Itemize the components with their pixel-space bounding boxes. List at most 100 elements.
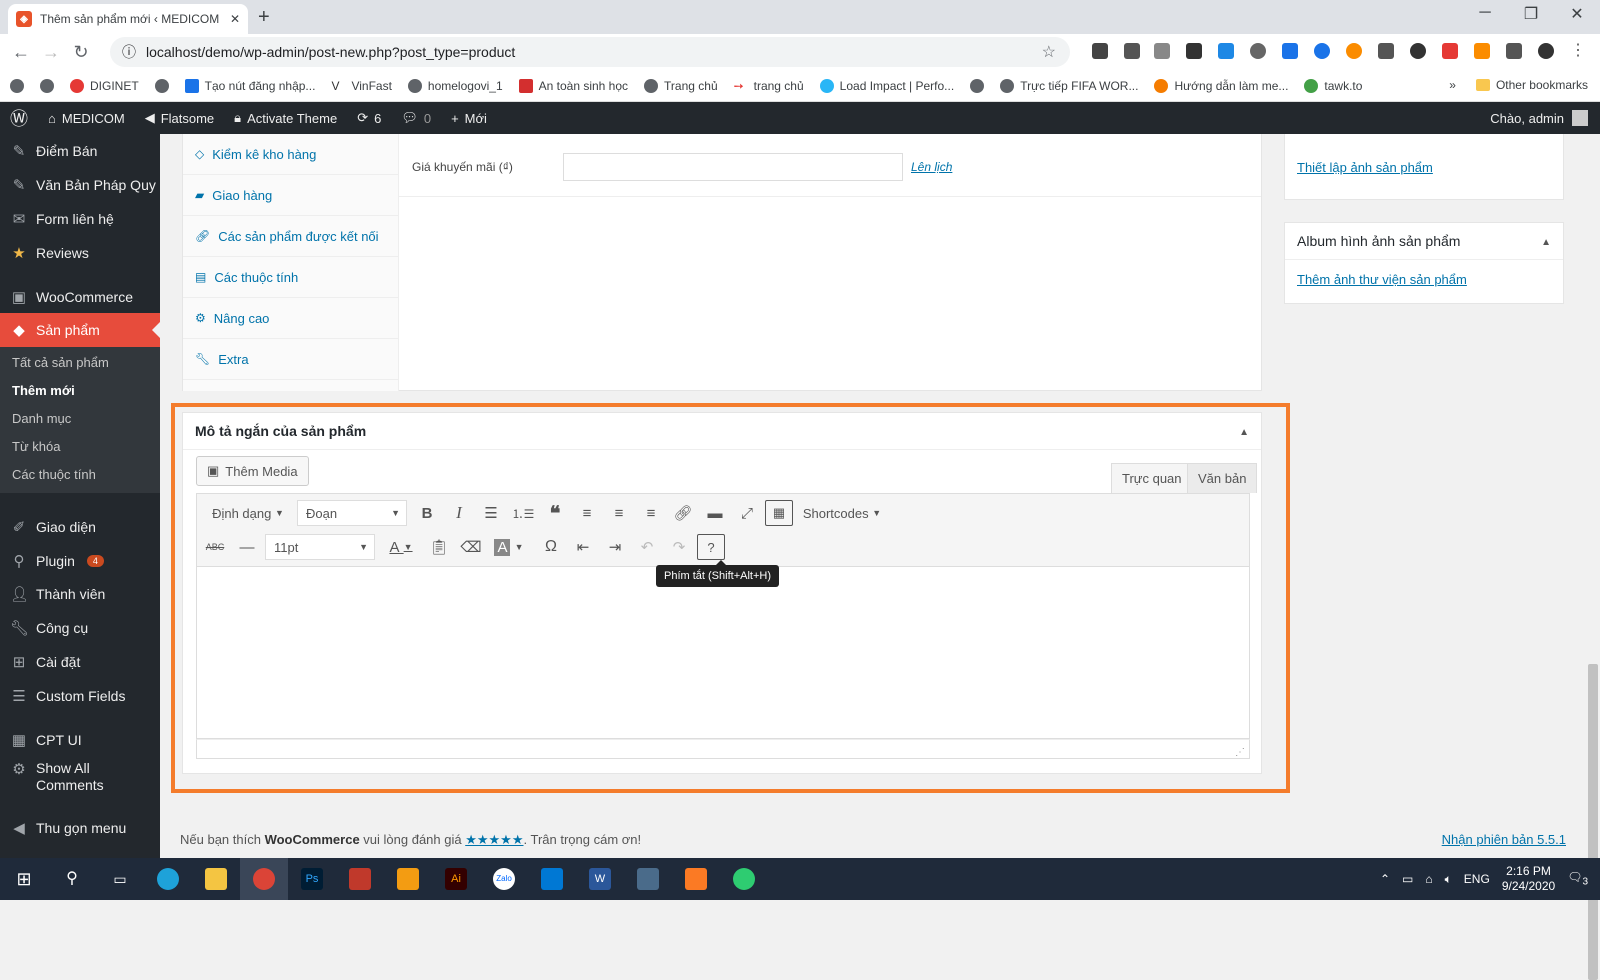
bookmark-item[interactable]: Trang chủ <box>644 78 718 93</box>
extension-icon[interactable] <box>1474 43 1490 59</box>
network-icon[interactable]: ⌂ <box>1425 872 1432 886</box>
extension-icon[interactable] <box>1378 43 1394 59</box>
new-content-link[interactable]: + Mới <box>441 102 497 134</box>
tab-extra[interactable]: 🔧︎ Extra <box>183 339 399 380</box>
app-icon[interactable] <box>720 858 768 900</box>
bookmark-icon-only[interactable] <box>154 78 169 93</box>
menu-san-pham[interactable]: ◆ Sản phẩm <box>0 313 160 347</box>
camera-extension-icon[interactable] <box>1154 43 1170 59</box>
tab-inventory[interactable]: ◇ Kiểm kê kho hàng <box>183 134 399 175</box>
menu-reviews[interactable]: ★ Reviews <box>0 236 160 270</box>
illustrator-icon[interactable]: Ai <box>432 858 480 900</box>
puzzle-icon[interactable] <box>1506 43 1522 59</box>
submenu-add-new[interactable]: Thêm mới <box>12 383 75 398</box>
extension-icon[interactable] <box>1124 43 1140 59</box>
activate-theme-link[interactable]: 🔒︎ Activate Theme <box>224 102 347 134</box>
menu-collapse[interactable]: ◀ Thu gọn menu <box>0 811 160 845</box>
submenu-all-products[interactable]: Tất cả sản phẩm <box>12 355 109 370</box>
bookmark-icon-only[interactable] <box>40 78 54 93</box>
toggle-panel-icon[interactable]: ▲ <box>1541 237 1551 248</box>
more-bookmarks-button[interactable]: » <box>1449 78 1456 92</box>
submenu-tags[interactable]: Từ khóa <box>12 439 60 454</box>
menu-thanh-vien[interactable]: 👤︎ Thành viên <box>0 577 160 611</box>
menu-plugin[interactable]: ⚲ Plugin 4 <box>0 544 160 578</box>
download-extension-icon[interactable] <box>1218 43 1234 59</box>
word-icon[interactable]: W <box>576 858 624 900</box>
bookmark-item[interactable]: V VinFast <box>331 79 391 93</box>
schedule-link[interactable]: Lên lịch <box>911 160 952 174</box>
bookmark-item[interactable]: Hướng dẫn làm me... <box>1154 78 1288 93</box>
url-omnibox[interactable]: ⓘ localhost/demo/wp-admin/post-new.php?p… <box>110 37 1070 67</box>
menu-cong-cu[interactable]: 🔧︎ Công cụ <box>0 611 160 645</box>
site-name-link[interactable]: ⌂ MEDICOM <box>38 102 135 134</box>
menu-form-lien-he[interactable]: ✉ Form liên hệ <box>0 202 160 236</box>
bookmark-item[interactable]: Load Impact | Perfo... <box>819 78 954 93</box>
extension-icon[interactable] <box>1092 43 1108 59</box>
bookmark-item[interactable]: homelogovi_1 <box>407 78 503 93</box>
info-icon[interactable]: ⓘ <box>122 42 136 62</box>
chrome-icon[interactable] <box>240 858 288 900</box>
bookmark-item[interactable]: ➙ trang chủ <box>734 79 804 93</box>
menu-woocommerce[interactable]: ▣ WooCommerce <box>0 280 160 314</box>
zalo-icon[interactable]: Zalo <box>480 858 528 900</box>
tab-attributes[interactable]: ▤ Các thuộc tính <box>183 257 399 298</box>
minimize-button[interactable]: ─ <box>1462 4 1508 22</box>
vscode-icon[interactable] <box>528 858 576 900</box>
edge-icon[interactable] <box>144 858 192 900</box>
extension-icon[interactable] <box>1250 43 1266 59</box>
comments-link[interactable]: 💬︎ 0 <box>391 102 441 134</box>
bookmark-item[interactable]: Trực tiếp FIFA WOR... <box>1000 78 1138 93</box>
set-product-image-link[interactable]: Thiết lập ảnh sản phẩm <box>1297 160 1433 175</box>
close-window-button[interactable]: ✕ <box>1554 4 1600 24</box>
bookmark-item[interactable]: tawk.to <box>1304 78 1362 93</box>
extension-icon[interactable] <box>1186 43 1202 59</box>
get-version-link[interactable]: Nhận phiên bản 5.5.1 <box>1442 832 1566 847</box>
submenu-attributes[interactable]: Các thuộc tính <box>12 467 96 482</box>
photoshop-icon[interactable]: Ps <box>288 858 336 900</box>
extension-icon[interactable] <box>1442 43 1458 59</box>
my-account-link[interactable]: Chào, admin <box>1490 102 1588 134</box>
tab-close-icon[interactable]: ✕ <box>230 12 240 26</box>
menu-diem-ban[interactable]: ✎ Điểm Bán <box>0 134 160 168</box>
scrollbar-thumb[interactable] <box>1588 664 1598 980</box>
file-explorer-icon[interactable] <box>192 858 240 900</box>
chevron-up-icon[interactable]: ⌃ <box>1380 872 1390 886</box>
submenu-categories[interactable]: Danh mục <box>12 411 71 426</box>
new-tab-button[interactable]: + <box>258 6 270 29</box>
wordpress-logo-icon[interactable]: Ⓦ <box>0 102 38 134</box>
language-indicator[interactable]: ENG <box>1464 872 1490 886</box>
search-icon[interactable]: ⚲ <box>48 858 96 900</box>
menu-custom-fields[interactable]: ☰ Custom Fields <box>0 679 160 713</box>
tab-advanced[interactable]: ⚙ Nâng cao <box>183 298 399 339</box>
theme-link[interactable]: ◀ Flatsome <box>135 102 224 134</box>
app-icon[interactable] <box>336 858 384 900</box>
reload-button[interactable]: ↻ <box>66 42 96 63</box>
tab-linked-products[interactable]: 🔗︎ Các sản phẩm được kết nối <box>183 216 399 257</box>
tab-shipping[interactable]: ▰ Giao hàng <box>183 175 399 216</box>
extension-icon[interactable] <box>1346 43 1362 59</box>
scrollbar[interactable] <box>1586 134 1600 980</box>
updates-link[interactable]: ⟳ 6 <box>347 102 391 134</box>
bookmark-item[interactable]: DIGINET <box>70 78 139 93</box>
menu-cai-dat[interactable]: ⊞ Cài đặt <box>0 645 160 679</box>
notification-icon[interactable]: 🗨︎3 <box>1567 870 1588 887</box>
app-icon[interactable] <box>624 858 672 900</box>
extension-icon[interactable] <box>1314 43 1330 59</box>
other-bookmarks[interactable]: Other bookmarks <box>1496 78 1588 92</box>
xampp-icon[interactable] <box>672 858 720 900</box>
menu-giao-dien[interactable]: ✐ Giao diện <box>0 510 160 544</box>
browser-menu-icon[interactable]: ⋮ <box>1570 43 1586 59</box>
volume-icon[interactable]: 🔈︎ <box>1445 872 1452 887</box>
add-gallery-images-link[interactable]: Thêm ảnh thư viện sản phẩm <box>1297 272 1467 287</box>
rating-stars-link[interactable]: ★★★★★ <box>465 832 523 847</box>
browser-tab[interactable]: ◈ Thêm sản phẩm mới ‹ MEDICOM ✕ <box>8 4 248 34</box>
bookmark-icon-only[interactable] <box>970 78 985 93</box>
back-button[interactable]: ← <box>6 42 36 63</box>
forward-button[interactable]: → <box>36 42 66 63</box>
menu-cpt-ui[interactable]: ▦ CPT UI <box>0 723 160 757</box>
bookmark-star-icon[interactable]: ☆ <box>1042 42 1056 62</box>
bookmark-item[interactable]: Tạo nút đăng nhập... <box>184 78 315 93</box>
extension-icon[interactable] <box>1410 43 1426 59</box>
battery-icon[interactable]: ▭ <box>1402 872 1413 886</box>
profile-avatar-icon[interactable] <box>1538 43 1554 59</box>
